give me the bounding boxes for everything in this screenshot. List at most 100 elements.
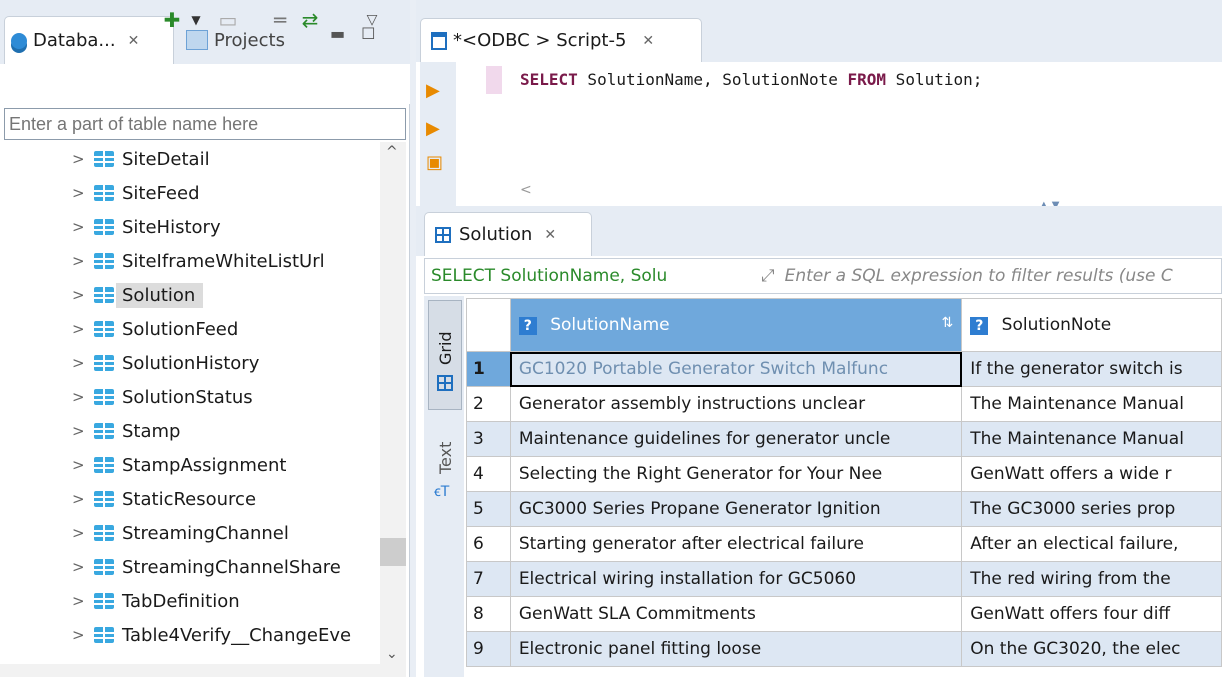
row-number[interactable]: 6 bbox=[466, 526, 511, 562]
table-row[interactable]: 3 Maintenance guidelines for generator un… bbox=[466, 421, 1222, 457]
tree-item-table[interactable]: > SiteHistory bbox=[0, 210, 380, 244]
tree-item-table[interactable]: > Solution bbox=[0, 278, 380, 312]
cell-solutionname[interactable]: Generator assembly instructions unclear bbox=[509, 386, 963, 422]
table-row[interactable]: 5 GC3000 Series Propane Generator Ignitio… bbox=[466, 491, 1222, 527]
scrollbar-thumb[interactable] bbox=[380, 538, 406, 566]
tree-item-table[interactable]: > Table4Verify__ChangeEve bbox=[0, 618, 380, 652]
cell-solutionname[interactable]: Maintenance guidelines for generator unc… bbox=[509, 421, 963, 457]
chevron-right-icon[interactable]: > bbox=[72, 422, 85, 440]
chevron-right-icon[interactable]: > bbox=[72, 592, 85, 610]
cell-solutionname[interactable]: Starting generator after electrical fail… bbox=[509, 526, 963, 562]
row-number[interactable]: 8 bbox=[466, 596, 511, 632]
chevron-right-icon[interactable]: > bbox=[72, 626, 85, 644]
projects-icon bbox=[186, 30, 208, 50]
chevron-right-icon[interactable]: > bbox=[72, 354, 85, 372]
tree-horizontal-scrollbar[interactable] bbox=[0, 664, 406, 677]
results-filter-bar[interactable]: SELECT SolutionName, Solu ⤢ Enter a SQL … bbox=[424, 258, 1222, 294]
row-number[interactable]: 4 bbox=[466, 456, 511, 492]
table-row[interactable]: 6 Starting generator after electrical fai… bbox=[466, 526, 1222, 562]
new-folder-icon[interactable]: ▭ bbox=[214, 8, 242, 32]
table-row[interactable]: 2 Generator assembly instructions unclear… bbox=[466, 386, 1222, 422]
column-header-solutionnote[interactable]: ? SolutionNote bbox=[961, 298, 1222, 352]
results-grid[interactable]: ? SolutionName ⇅ ? SolutionNote 1 GC1020 … bbox=[466, 298, 1222, 677]
new-connection-icon[interactable]: ✚ bbox=[158, 8, 186, 32]
cell-solutionname[interactable]: Electronic panel fitting loose bbox=[509, 631, 963, 667]
cell-solutionname[interactable]: Electrical wiring installation for GC506… bbox=[509, 561, 963, 597]
row-number[interactable]: 9 bbox=[466, 631, 511, 667]
cell-solutionnote[interactable]: The Maintenance Manual bbox=[961, 421, 1222, 457]
tree-item-table[interactable]: > Stamp bbox=[0, 414, 380, 448]
chevron-right-icon[interactable]: > bbox=[72, 490, 85, 508]
chevron-right-icon[interactable]: > bbox=[72, 184, 85, 202]
tree-item-table[interactable]: > SolutionHistory bbox=[0, 346, 380, 380]
cell-solutionname[interactable]: GenWatt SLA Commitments bbox=[509, 596, 963, 632]
filter-expression-input[interactable]: Enter a SQL expression to filter results… bbox=[775, 266, 1173, 286]
cell-solutionnote[interactable]: On the GC3020, the elec bbox=[961, 631, 1222, 667]
tree-item-table[interactable]: > TabDefinition bbox=[0, 584, 380, 618]
cell-solutionname[interactable]: GC1020 Portable Generator Switch Malfunc bbox=[509, 351, 963, 387]
cell-solutionnote[interactable]: The red wiring from the bbox=[961, 561, 1222, 597]
execute-new-tab-icon[interactable]: ▶ bbox=[426, 118, 440, 139]
tree-item-label: TabDefinition bbox=[122, 590, 240, 612]
tab-database-navigator[interactable]: Databa... ✕ bbox=[4, 16, 174, 64]
cell-solutionnote[interactable]: GenWatt offers a wide r bbox=[961, 456, 1222, 492]
chevron-right-icon[interactable]: > bbox=[72, 558, 85, 576]
table-row[interactable]: 4 Selecting the Right Generator for Your … bbox=[466, 456, 1222, 492]
tree-item-table[interactable]: > StampAssignment bbox=[0, 448, 380, 482]
tree-item-table[interactable]: > StreamingChannel bbox=[0, 516, 380, 550]
cell-solutionnote[interactable]: GenWatt offers four diff bbox=[961, 596, 1222, 632]
tree-vertical-scrollbar[interactable] bbox=[380, 142, 406, 664]
chevron-right-icon[interactable]: > bbox=[72, 286, 85, 304]
scroll-up-icon[interactable]: ^ bbox=[386, 144, 398, 160]
view-text-tab[interactable]: Text ꞓT bbox=[428, 426, 462, 516]
chevron-right-icon[interactable]: > bbox=[72, 218, 85, 236]
cell-solutionnote[interactable]: After an electical failure, bbox=[961, 526, 1222, 562]
tree-item-table[interactable]: > SolutionFeed bbox=[0, 312, 380, 346]
table-row[interactable]: 1 GC1020 Portable Generator Switch Malfun… bbox=[466, 351, 1222, 387]
tree-item-table[interactable]: > SiteFeed bbox=[0, 176, 380, 210]
tab-script-editor[interactable]: *<ODBC > Script-5 ✕ bbox=[420, 18, 702, 62]
tree-item-table[interactable]: > StaticResource bbox=[0, 482, 380, 516]
link-with-editor-icon[interactable]: ⇄ bbox=[296, 8, 324, 32]
cell-solutionnote[interactable]: If the generator switch is bbox=[961, 351, 1222, 387]
chevron-right-icon[interactable]: > bbox=[72, 456, 85, 474]
table-row[interactable]: 7 Electrical wiring installation for GC50… bbox=[466, 561, 1222, 597]
row-number[interactable]: 2 bbox=[466, 386, 511, 422]
chevron-right-icon[interactable]: > bbox=[72, 524, 85, 542]
row-number[interactable]: 1 bbox=[466, 351, 511, 387]
sort-filter-icon[interactable]: ⇅ bbox=[942, 315, 954, 331]
sql-statement[interactable]: SELECT SolutionName, SolutionNote FROM S… bbox=[520, 70, 982, 89]
filter-expand-icon[interactable]: ⤢ bbox=[761, 266, 775, 286]
close-icon[interactable]: ✕ bbox=[128, 33, 140, 49]
view-grid-tab[interactable]: Grid bbox=[428, 300, 462, 410]
column-header-solutionname[interactable]: ? SolutionName ⇅ bbox=[509, 298, 963, 352]
collapse-all-icon[interactable]: ═ bbox=[266, 8, 294, 32]
table-name-filter-input[interactable] bbox=[4, 108, 406, 140]
chevron-right-icon[interactable]: > bbox=[72, 252, 85, 270]
chevron-right-icon[interactable]: > bbox=[72, 320, 85, 338]
close-icon[interactable]: ✕ bbox=[544, 227, 556, 243]
tab-results-solution[interactable]: Solution ✕ bbox=[424, 212, 592, 256]
cell-solutionname[interactable]: Selecting the Right Generator for Your N… bbox=[509, 456, 963, 492]
view-menu-icon[interactable]: ▽ bbox=[358, 8, 386, 32]
tree-item-table[interactable]: > SiteIframeWhiteListUrl bbox=[0, 244, 380, 278]
cell-solutionnote[interactable]: The Maintenance Manual bbox=[961, 386, 1222, 422]
row-number[interactable]: 7 bbox=[466, 561, 511, 597]
cell-solutionnote[interactable]: The GC3000 series prop bbox=[961, 491, 1222, 527]
row-number[interactable]: 5 bbox=[466, 491, 511, 527]
scroll-left-icon[interactable]: < bbox=[520, 182, 532, 198]
cell-solutionname[interactable]: GC3000 Series Propane Generator Ignition bbox=[509, 491, 963, 527]
tree-item-table[interactable]: > SiteDetail bbox=[0, 142, 380, 176]
table-row[interactable]: 8 GenWatt SLA Commitments GenWatt offers f… bbox=[466, 596, 1222, 632]
row-number[interactable]: 3 bbox=[466, 421, 511, 457]
chevron-down-icon[interactable]: ▼ bbox=[188, 8, 204, 32]
chevron-right-icon[interactable]: > bbox=[72, 150, 85, 168]
execute-statement-icon[interactable]: ▶ bbox=[426, 80, 440, 101]
execute-script-icon[interactable]: ▣ bbox=[426, 152, 443, 173]
close-icon[interactable]: ✕ bbox=[642, 33, 654, 49]
table-row[interactable]: 9 Electronic panel fitting loose On the GC… bbox=[466, 631, 1222, 667]
chevron-right-icon[interactable]: > bbox=[72, 388, 85, 406]
scroll-down-icon[interactable]: ⌄ bbox=[386, 646, 398, 662]
tree-item-table[interactable]: > StreamingChannelShare bbox=[0, 550, 380, 584]
tree-item-table[interactable]: > SolutionStatus bbox=[0, 380, 380, 414]
